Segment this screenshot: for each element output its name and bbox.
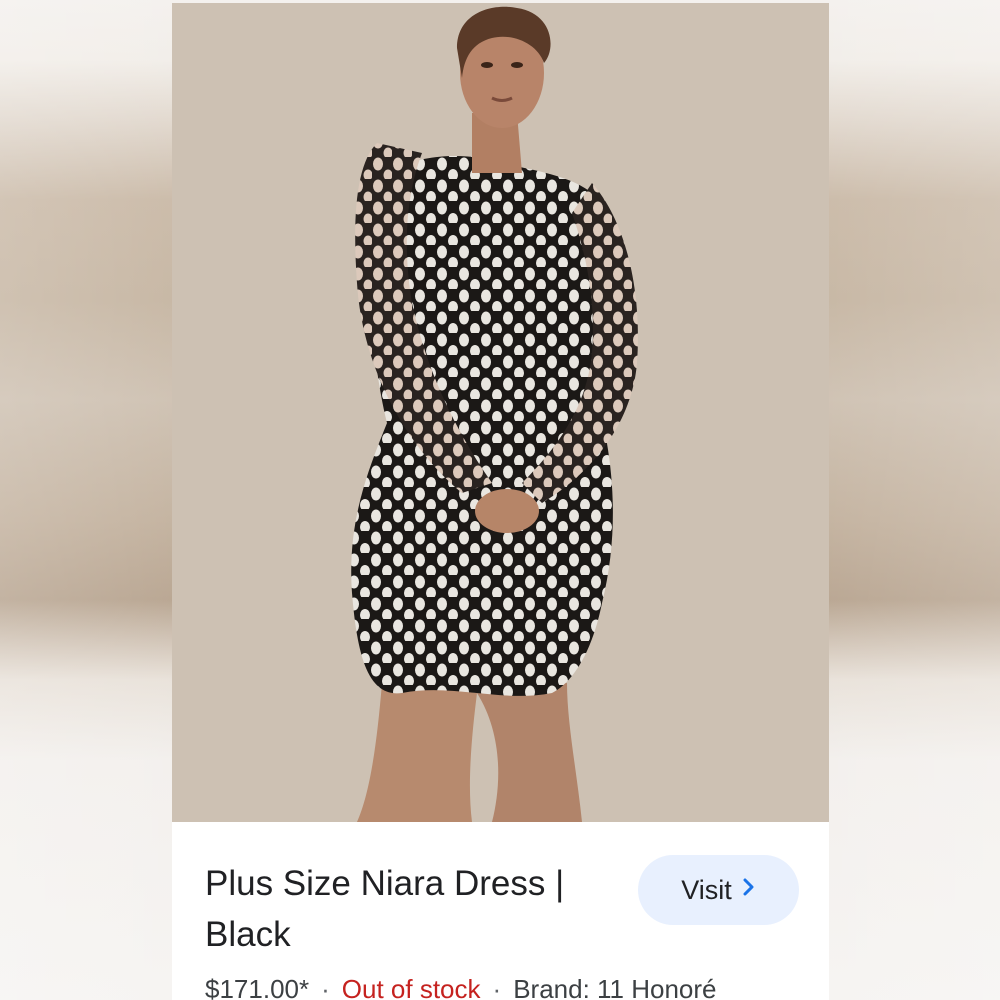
product-title[interactable]: Plus Size Niara Dress | Black [205,858,625,960]
brand: Brand: 11 Honoré [513,974,717,1000]
separator-dot: · [492,974,502,1000]
model-illustration [172,3,829,822]
product-title-line2[interactable]: Black [205,915,291,954]
stock-status: Out of stock [341,974,481,1000]
chevron-right-icon [742,876,756,904]
product-info: Plus Size Niara Dress | Black Visit $171… [172,822,829,1000]
visit-button[interactable]: Visit [638,855,799,925]
separator-dot: · [321,974,330,1000]
product-meta: $171.00* · Out of stock · Brand: 11 Hono… [205,974,717,1000]
product-card[interactable]: Plus Size Niara Dress | Black Visit $171… [172,3,829,1000]
product-image[interactable] [172,3,829,822]
visit-button-label: Visit [681,874,732,905]
product-title-line1[interactable]: Plus Size Niara Dress | [205,864,564,903]
price: $171.00* [205,974,310,1000]
